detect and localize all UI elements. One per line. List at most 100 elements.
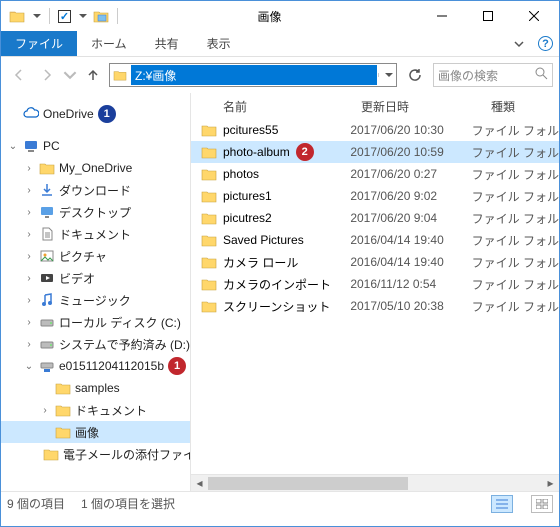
tree-item-docs2[interactable]: ›ドキュメント xyxy=(1,399,190,421)
folder-icon xyxy=(43,446,59,462)
nav-back-button[interactable] xyxy=(7,63,31,87)
address-bar[interactable] xyxy=(109,63,397,87)
file-row[interactable]: pictures12017/06/20 9:02ファイル フォル xyxy=(191,185,559,207)
nav-up-button[interactable] xyxy=(81,63,105,87)
horizontal-scrollbar[interactable]: ◂ ▸ xyxy=(191,474,559,491)
file-name: pcitures55 xyxy=(223,123,278,137)
column-headers[interactable]: 名前 更新日時 種類 xyxy=(191,93,559,119)
tree-item-netdrv[interactable]: ⌄e01511204112015b1 xyxy=(1,355,190,377)
annotation-badge: 1 xyxy=(98,105,116,123)
tree-item-mail[interactable]: 電子メールの添付ファイ xyxy=(1,443,190,465)
file-row[interactable]: picutres22017/06/20 9:04ファイル フォル xyxy=(191,207,559,229)
tree-item-label: PC xyxy=(43,139,60,153)
tree-item-onedrive[interactable]: OneDrive1 xyxy=(1,103,190,125)
ribbon-expand-button[interactable] xyxy=(506,31,532,56)
folder-icon xyxy=(201,254,217,270)
tree-item-pictures[interactable]: ›ピクチャ xyxy=(1,245,190,267)
close-button[interactable] xyxy=(511,1,557,31)
help-button[interactable]: ? xyxy=(538,36,553,51)
pictures-icon xyxy=(39,248,55,264)
annotation-badge: 2 xyxy=(296,143,314,161)
file-date: 2017/06/20 0:27 xyxy=(350,167,471,181)
cloud-icon xyxy=(23,106,39,122)
scroll-right-arrow[interactable]: ▸ xyxy=(542,476,559,490)
app-folder-icon xyxy=(9,8,25,24)
tree-item-gazou[interactable]: 画像 xyxy=(1,421,190,443)
annotation-badge: 1 xyxy=(168,357,186,375)
ribbon-tab-view[interactable]: 表示 xyxy=(193,31,245,56)
file-row[interactable]: pcitures552017/06/20 10:30ファイル フォル xyxy=(191,119,559,141)
tree-expand-icon[interactable]: › xyxy=(39,405,51,416)
tree-expand-icon[interactable]: › xyxy=(23,251,35,262)
ribbon-tab-share[interactable]: 共有 xyxy=(141,31,193,56)
nav-forward-button[interactable] xyxy=(35,63,59,87)
tree-item-myod[interactable]: ›My_OneDrive xyxy=(1,157,190,179)
col-name[interactable]: 名前 xyxy=(201,98,361,115)
minimize-button[interactable] xyxy=(419,1,465,31)
file-name: Saved Pictures xyxy=(223,233,304,247)
address-input[interactable] xyxy=(131,65,377,85)
desktop-icon xyxy=(39,204,55,220)
content-pane: 名前 更新日時 種類 pcitures552017/06/20 10:30ファイ… xyxy=(191,93,559,491)
col-type[interactable]: 種類 xyxy=(491,98,559,115)
file-row[interactable]: photos2017/06/20 0:27ファイル フォル xyxy=(191,163,559,185)
pc-icon xyxy=(23,138,39,154)
qat-dropdown-icon-2[interactable] xyxy=(79,14,87,18)
tree-item-documents[interactable]: ›ドキュメント xyxy=(1,223,190,245)
tree-expand-icon[interactable]: › xyxy=(23,185,35,196)
tree-item-downloads[interactable]: ›ダウンロード xyxy=(1,179,190,201)
file-row[interactable]: Saved Pictures2016/04/14 19:40ファイル フォル xyxy=(191,229,559,251)
ribbon-tabs: ファイル ホーム 共有 表示 ? xyxy=(1,31,559,57)
title-bar: ✓ 画像 xyxy=(1,1,559,31)
file-date: 2017/06/20 9:04 xyxy=(350,211,471,225)
file-row[interactable]: photo-album22017/06/20 10:59ファイル フォル xyxy=(191,141,559,163)
search-placeholder: 画像の検索 xyxy=(438,67,531,84)
file-row[interactable]: カメラ ロール2016/04/14 19:40ファイル フォル xyxy=(191,251,559,273)
tree-expand-icon[interactable]: › xyxy=(23,273,35,284)
file-row[interactable]: カメラのインポート2016/11/12 0:54ファイル フォル xyxy=(191,273,559,295)
tree-expand-icon[interactable]: › xyxy=(23,317,35,328)
refresh-button[interactable] xyxy=(401,63,429,87)
view-details-button[interactable] xyxy=(491,495,513,513)
tree-item-pc[interactable]: ⌄ PC xyxy=(1,135,190,157)
status-item-count: 9 個の項目 xyxy=(7,495,65,512)
file-list[interactable]: pcitures552017/06/20 10:30ファイル フォルphoto-… xyxy=(191,119,559,474)
tree-item-localc[interactable]: ›ローカル ディスク (C:) xyxy=(1,311,190,333)
tree-item-label: 画像 xyxy=(75,424,99,441)
col-date[interactable]: 更新日時 xyxy=(361,98,491,115)
maximize-button[interactable] xyxy=(465,1,511,31)
tree-expand-icon[interactable]: ⌄ xyxy=(7,141,19,152)
file-type: ファイル フォル xyxy=(472,276,559,293)
tree-expand-icon[interactable]: › xyxy=(23,229,35,240)
scroll-thumb[interactable] xyxy=(208,477,408,490)
qat-dropdown-icon[interactable] xyxy=(33,14,41,18)
folder-icon xyxy=(201,298,217,314)
navigation-tree[interactable]: OneDrive1⌄PC›My_OneDrive›ダウンロード›デスクトップ›ド… xyxy=(1,93,191,491)
file-date: 2016/04/14 19:40 xyxy=(350,233,471,247)
tree-item-videos[interactable]: ›ビデオ xyxy=(1,267,190,289)
file-row[interactable]: スクリーンショット2017/05/10 20:38ファイル フォル xyxy=(191,295,559,317)
ribbon-file-tab[interactable]: ファイル xyxy=(1,31,77,56)
tree-expand-icon[interactable]: › xyxy=(23,207,35,218)
tree-item-samples[interactable]: samples xyxy=(1,377,190,399)
scroll-left-arrow[interactable]: ◂ xyxy=(191,476,208,490)
nav-recent-dropdown[interactable] xyxy=(63,63,77,87)
tree-expand-icon[interactable]: ⌄ xyxy=(23,361,35,372)
file-name: picutres2 xyxy=(223,211,272,225)
tree-item-sysres[interactable]: ›システムで予約済み (D:) xyxy=(1,333,190,355)
tree-expand-icon[interactable]: › xyxy=(23,339,35,350)
view-thumbnails-button[interactable] xyxy=(531,495,553,513)
tree-item-desktop[interactable]: ›デスクトップ xyxy=(1,201,190,223)
folder-icon xyxy=(201,232,217,248)
search-box[interactable]: 画像の検索 xyxy=(433,63,553,87)
videos-icon xyxy=(39,270,55,286)
ribbon-tab-home[interactable]: ホーム xyxy=(77,31,141,56)
tree-item-music[interactable]: ›ミュージック xyxy=(1,289,190,311)
qat-checkbox-icon[interactable]: ✓ xyxy=(58,10,71,23)
address-dropdown[interactable] xyxy=(378,73,396,77)
file-name: スクリーンショット xyxy=(223,298,330,315)
netdrive-icon xyxy=(39,358,55,374)
folder-icon xyxy=(201,210,217,226)
tree-expand-icon[interactable]: › xyxy=(23,295,35,306)
tree-expand-icon[interactable]: › xyxy=(23,163,35,174)
